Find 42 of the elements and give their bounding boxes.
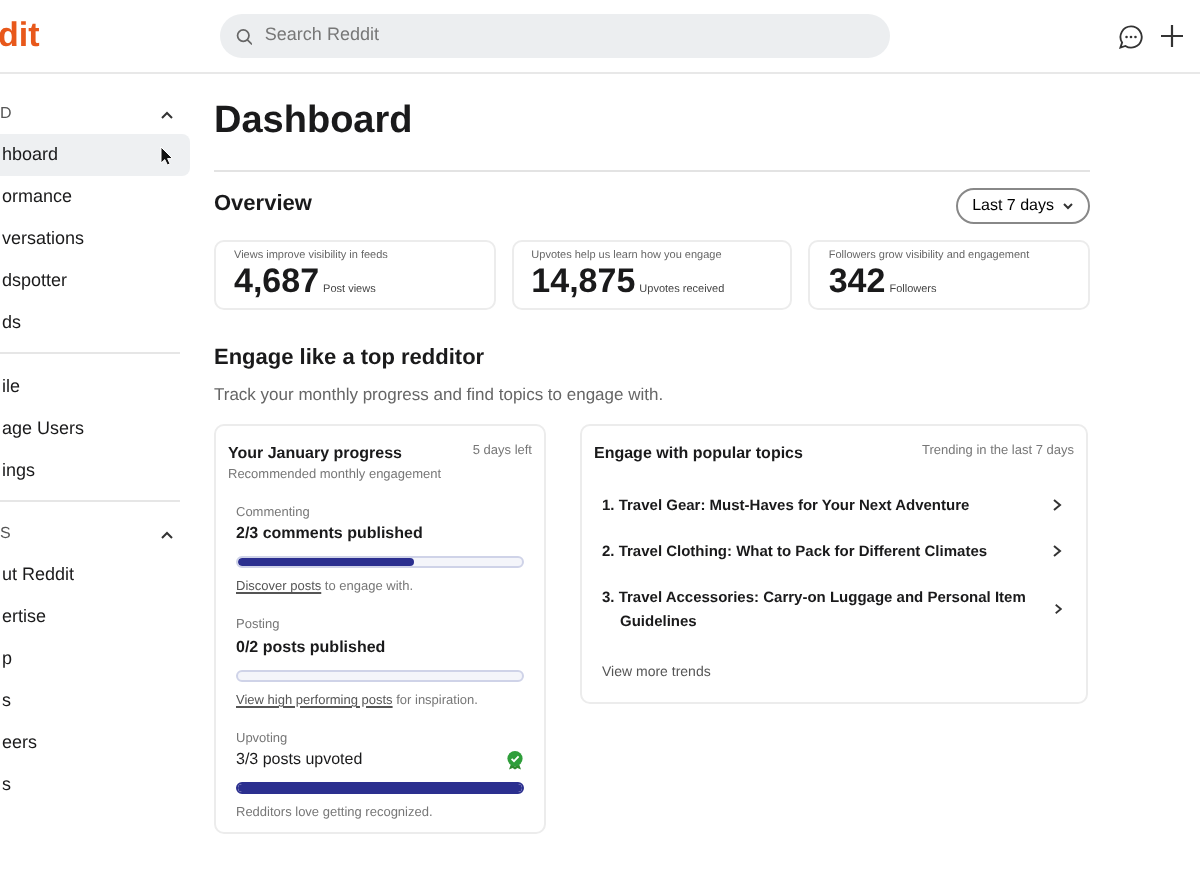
- chat-icon[interactable]: [1118, 23, 1144, 49]
- sidebar-item[interactable]: ut Reddit: [0, 554, 190, 596]
- section-title: Overview: [214, 190, 312, 221]
- chevron-icon[interactable]: [160, 529, 174, 539]
- sidebar-item[interactable]: hboard: [0, 134, 190, 176]
- goal-status: 3/3 posts upvoted: [236, 748, 363, 773]
- logo-text[interactable]: dit: [0, 10, 40, 62]
- stat-value: 4,687: [234, 263, 320, 300]
- stat-value: 14,875: [531, 263, 636, 300]
- search-box[interactable]: Search Reddit: [219, 14, 890, 58]
- sidebar-item[interactable]: p: [0, 638, 190, 680]
- date-range-dropdown[interactable]: Last 7 days: [956, 187, 1090, 223]
- section-heading: S: [0, 522, 11, 546]
- sidebar-item[interactable]: ertise: [0, 596, 190, 638]
- caret-icon: [1062, 201, 1074, 209]
- section-heading: D: [0, 102, 12, 126]
- sidebar-item[interactable]: ings: [0, 450, 190, 492]
- sidebar-item[interactable]: eers: [0, 722, 190, 764]
- sidebar-item[interactable]: age Users: [0, 408, 190, 450]
- chevron-icon[interactable]: [160, 109, 174, 119]
- goal-status: 0/2 posts published: [236, 635, 386, 660]
- cursor-icon: [160, 145, 174, 165]
- chevron-icon: [1052, 497, 1062, 512]
- sidebar-item[interactable]: ds: [0, 302, 190, 344]
- card-title: Your January progress: [228, 441, 402, 466]
- sidebar-item[interactable]: dspotter: [0, 260, 190, 302]
- sidebar-item[interactable]: s: [0, 764, 190, 806]
- section-subtitle: Track your monthly progress and find topics to engage with.: [214, 382, 666, 408]
- sidebar-item[interactable]: s: [0, 680, 190, 722]
- sidebar-item[interactable]: ormance: [0, 176, 190, 218]
- sidebar-item[interactable]: ile: [0, 366, 190, 408]
- section-title: Engage like a top redditor: [214, 343, 487, 374]
- search-icon: [235, 27, 253, 45]
- stat-value: 342: [828, 263, 886, 300]
- card-title: Engage with popular topics: [594, 441, 803, 466]
- goal-status: 2/3 comments published: [236, 522, 423, 547]
- search-field[interactable]: Search Reddit: [260, 20, 874, 52]
- chevron-icon: [1052, 544, 1062, 559]
- plus-icon[interactable]: [1160, 24, 1184, 48]
- page-title: Dashboard: [214, 94, 1090, 171]
- chevron-icon: [1053, 602, 1062, 617]
- sidebar-item[interactable]: versations: [0, 218, 190, 260]
